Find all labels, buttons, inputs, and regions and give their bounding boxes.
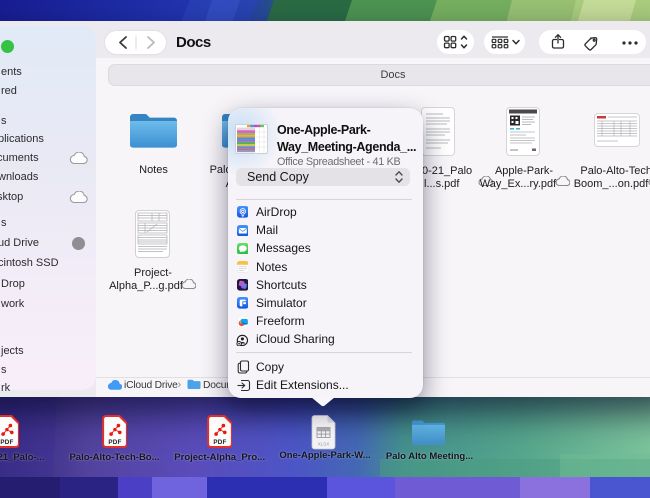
svg-text:XLSX: XLSX	[318, 441, 330, 446]
